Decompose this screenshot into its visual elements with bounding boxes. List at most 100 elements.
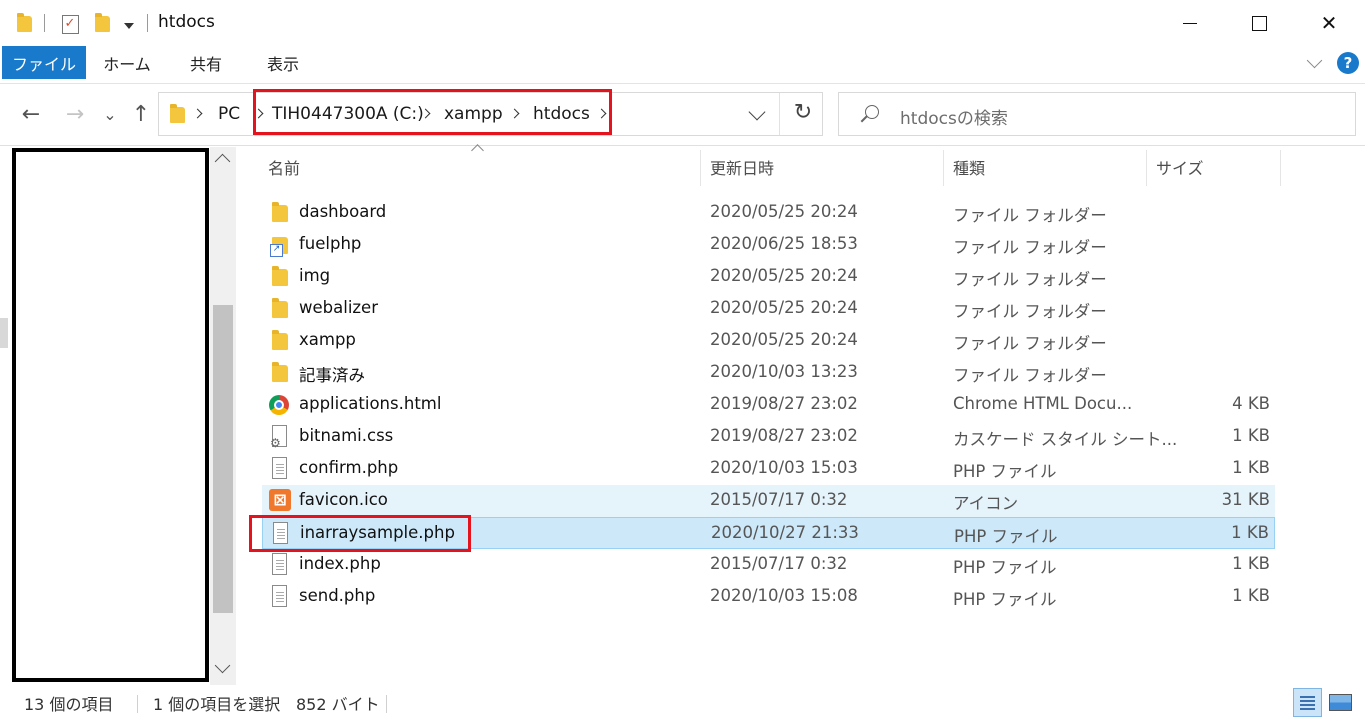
refresh-button[interactable]: ↻: [783, 100, 823, 128]
scrollbar-thumb[interactable]: [213, 305, 233, 613]
file-row[interactable]: xampp 2020/05/25 20:24 ファイル フォルダー: [262, 325, 1275, 357]
file-type: ファイル フォルダー: [953, 206, 1107, 225]
minimize-icon: [1183, 22, 1197, 24]
file-modified: 2020/10/03 13:23: [710, 362, 858, 381]
file-modified: 2015/07/17 0:32: [710, 554, 848, 573]
new-folder-icon[interactable]: [92, 12, 112, 36]
file-row[interactable]: webalizer 2020/05/25 20:24 ファイル フォルダー: [262, 293, 1275, 325]
file-row[interactable]: img 2020/05/25 20:24 ファイル フォルダー: [262, 261, 1275, 293]
search-box[interactable]: htdocsの検索: [838, 92, 1356, 136]
file-size: 4 KB: [1232, 394, 1270, 413]
file-name: webalizer: [299, 298, 378, 317]
file-row[interactable]: confirm.php 2020/10/03 15:03 PHP ファイル 1 …: [262, 453, 1275, 485]
status-selection-size: 852 バイト: [296, 695, 380, 714]
file-size: 1 KB: [1232, 554, 1270, 573]
details-view-icon[interactable]: [1293, 688, 1322, 717]
folder-icon: [272, 362, 288, 382]
file-row[interactable]: fuelphp 2020/06/25 18:53 ファイル フォルダー: [262, 229, 1275, 261]
file-modified: 2020/10/03 15:08: [710, 586, 858, 605]
file-name: 記事済み: [299, 366, 365, 385]
pane-edge: [0, 318, 8, 348]
column-header-name[interactable]: 名前: [258, 147, 700, 187]
address-folder-icon: [170, 104, 185, 123]
file-type: Chrome HTML Docu...: [953, 394, 1133, 413]
title-separator: [147, 14, 148, 32]
file-name: dashboard: [299, 202, 387, 221]
customize-quick-access-dropdown[interactable]: [120, 12, 138, 36]
file-name: bitnami.css: [299, 426, 394, 445]
file-name: index.php: [299, 554, 381, 573]
annotation-highlight-file: [249, 515, 471, 552]
file-modified: 2020/05/25 20:24: [710, 298, 858, 317]
file-row[interactable]: send.php 2020/10/03 15:08 PHP ファイル 1 KB: [262, 581, 1275, 613]
tab-share[interactable]: 共有: [174, 46, 238, 79]
folder-icon: [14, 12, 34, 36]
column-divider[interactable]: [1280, 150, 1281, 186]
minimize-button[interactable]: [1155, 0, 1225, 46]
file-name: img: [299, 266, 331, 285]
document-icon: [272, 585, 287, 607]
breadcrumb-pc[interactable]: PC: [218, 104, 240, 124]
close-icon: ✕: [1320, 11, 1338, 35]
scroll-down-chevron-icon[interactable]: [214, 657, 231, 674]
file-type: PHP ファイル: [954, 527, 1058, 546]
help-icon[interactable]: ?: [1337, 52, 1359, 74]
file-row[interactable]: index.php 2015/07/17 0:32 PHP ファイル 1 KB: [262, 549, 1275, 581]
file-modified: 2020/10/27 21:33: [711, 523, 859, 542]
file-row[interactable]: dashboard 2020/05/25 20:24 ファイル フォルダー: [262, 197, 1275, 229]
large-icons-view-icon[interactable]: [1328, 690, 1352, 714]
file-modified: 2020/05/25 20:24: [710, 266, 858, 285]
properties-check-icon[interactable]: ✓: [58, 12, 82, 36]
file-row[interactable]: applications.html 2019/08/27 23:02 Chrom…: [262, 389, 1275, 421]
maximize-icon: [1251, 15, 1267, 31]
navigation-pane-scrollbar[interactable]: [210, 147, 236, 685]
file-name: applications.html: [299, 394, 442, 413]
file-name: fuelphp: [299, 234, 362, 253]
column-header-modified[interactable]: 更新日時: [700, 147, 943, 187]
file-type: ファイル フォルダー: [953, 270, 1107, 289]
recent-locations-chevron-icon[interactable]: ⌄: [100, 100, 120, 128]
address-divider: [779, 93, 780, 135]
folder-shortcut-icon: [270, 237, 288, 257]
status-bar: 13 個の項目 1 個の項目を選択 852 バイト: [0, 686, 1365, 719]
expand-ribbon-chevron-icon[interactable]: [1306, 54, 1324, 72]
file-row[interactable]: bitnami.css 2019/08/27 23:02 カスケード スタイル …: [262, 421, 1275, 453]
document-icon: [272, 553, 287, 575]
annotation-highlight-path: [253, 89, 612, 135]
file-type: アイコン: [953, 494, 1019, 513]
file-modified: 2020/06/25 18:53: [710, 234, 858, 253]
scroll-up-chevron-icon[interactable]: [214, 153, 231, 170]
file-row[interactable]: ⊠ favicon.ico 2015/07/17 0:32 アイコン 31 KB: [262, 485, 1275, 517]
file-modified: 2020/05/25 20:24: [710, 330, 858, 349]
up-button[interactable]: ↑: [126, 100, 156, 128]
ribbon: ファイル ホーム 共有 表示 ?: [0, 46, 1365, 84]
document-icon: [272, 457, 287, 479]
status-selection: 1 個の項目を選択: [153, 695, 281, 714]
file-name: confirm.php: [299, 458, 399, 477]
css-file-icon: [270, 425, 287, 450]
column-header-size[interactable]: サイズ: [1146, 147, 1280, 187]
tab-view[interactable]: 表示: [250, 46, 316, 79]
tab-home[interactable]: ホーム: [92, 46, 162, 79]
file-name: xampp: [299, 330, 356, 349]
file-modified: 2020/05/25 20:24: [710, 202, 858, 221]
tab-file[interactable]: ファイル: [2, 46, 86, 79]
chrome-icon: [269, 395, 289, 415]
file-modified: 2015/07/17 0:32: [710, 490, 848, 509]
status-item-count: 13 個の項目: [24, 695, 114, 714]
status-separator: [137, 695, 138, 713]
maximize-button[interactable]: [1224, 0, 1294, 46]
file-type: ファイル フォルダー: [953, 366, 1107, 385]
folder-icon: [272, 202, 288, 222]
address-history-chevron-down-icon[interactable]: [748, 103, 766, 121]
forward-button[interactable]: →: [60, 100, 90, 128]
close-button[interactable]: ✕: [1294, 0, 1364, 46]
back-button[interactable]: ←: [16, 100, 46, 128]
file-row[interactable]: 記事済み 2020/10/03 13:23 ファイル フォルダー: [262, 357, 1275, 389]
file-type: PHP ファイル: [953, 462, 1057, 481]
search-input[interactable]: htdocsの検索: [900, 104, 1008, 129]
breadcrumb-separator-icon: [192, 108, 203, 119]
file-type: ファイル フォルダー: [953, 302, 1107, 321]
window-title: htdocs: [158, 12, 215, 32]
column-header-type[interactable]: 種類: [943, 147, 1146, 187]
